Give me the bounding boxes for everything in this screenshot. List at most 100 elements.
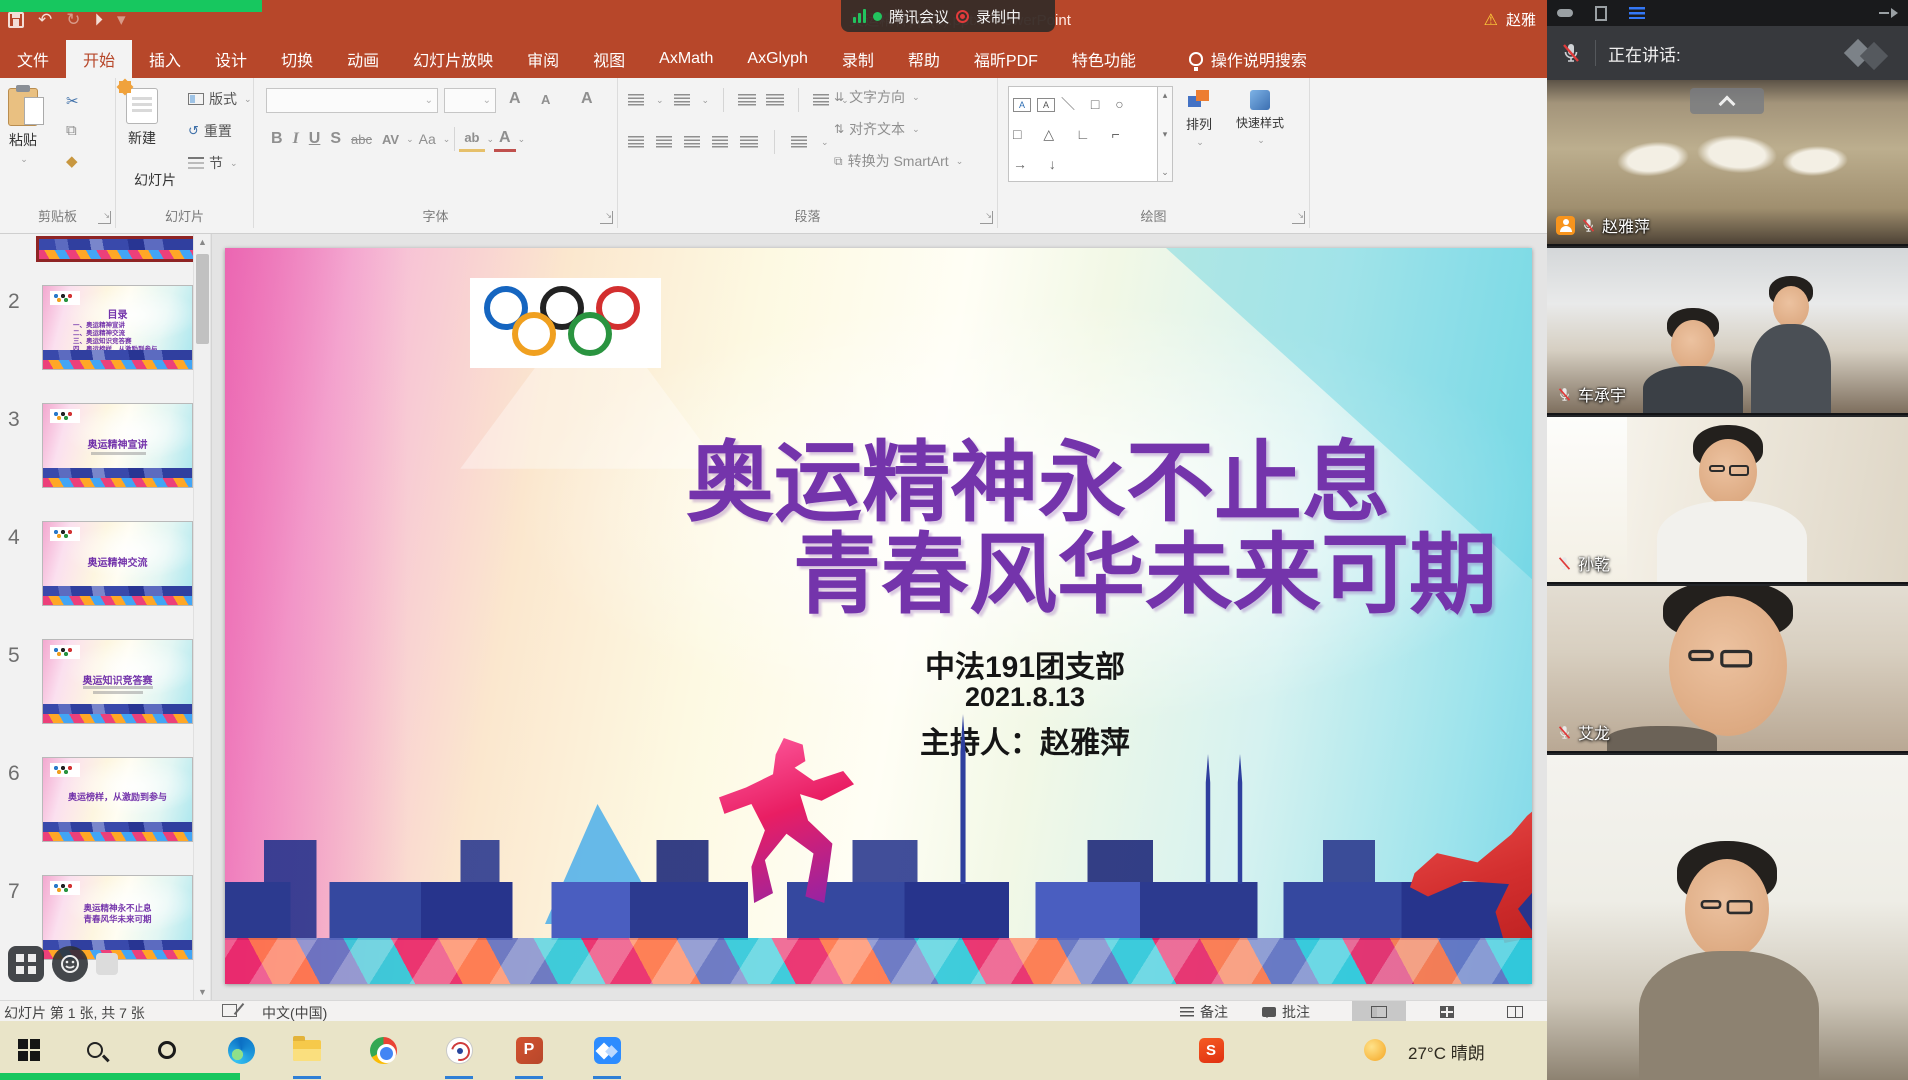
tencent-meeting-taskbar-icon[interactable] bbox=[592, 1035, 622, 1065]
distribute-icon[interactable] bbox=[740, 136, 758, 148]
powerpoint-taskbar-icon[interactable]: P bbox=[514, 1035, 544, 1065]
font-color-button[interactable]: A bbox=[494, 126, 516, 152]
tab-design[interactable]: 设计 bbox=[198, 40, 264, 78]
tab-foxit-pdf[interactable]: 福昕PDF bbox=[957, 40, 1055, 78]
tab-review[interactable]: 审阅 bbox=[510, 40, 576, 78]
thumbnail-slide-4[interactable]: 奥运精神交流 bbox=[42, 521, 193, 606]
reading-view-button[interactable] bbox=[1488, 1001, 1542, 1022]
slide-sorter-button[interactable] bbox=[1420, 1001, 1474, 1022]
slide-editor[interactable]: 奥运精神永不止息 青春风华未来可期 中法191团支部 2021.8.13 主持人… bbox=[225, 248, 1532, 984]
text-direction-button[interactable]: ⇊ 文字方向 ⌄ bbox=[834, 84, 920, 110]
weather-sun-icon[interactable] bbox=[1360, 1035, 1390, 1065]
layout-button[interactable]: 版式 ⌄ bbox=[188, 86, 252, 112]
qat-customize-icon[interactable]: ▾ bbox=[117, 10, 126, 30]
redo-icon[interactable]: ↻ bbox=[66, 10, 80, 30]
paste-button[interactable]: 粘贴 ⌄ bbox=[8, 88, 38, 165]
paragraph-dialog-launcher[interactable]: ↘ bbox=[980, 211, 993, 224]
thumbnail-slide-3[interactable]: 奥运精神宣讲 bbox=[42, 403, 193, 488]
tab-file[interactable]: 文件 bbox=[0, 40, 66, 78]
tab-home[interactable]: 开始 bbox=[66, 40, 132, 78]
highlight-button[interactable]: ab bbox=[459, 126, 484, 152]
slide-subtitle-1[interactable]: 中法191团支部 bbox=[785, 642, 1265, 686]
font-dialog-launcher[interactable]: ↘ bbox=[600, 211, 613, 224]
cortana-icon[interactable] bbox=[152, 1035, 182, 1065]
clear-formatting-button[interactable]: A bbox=[576, 86, 598, 112]
weather-text[interactable]: 27°C 晴朗 bbox=[1408, 1039, 1485, 1064]
arrange-button[interactable]: 排列 ⌄ bbox=[1186, 90, 1212, 148]
shapes-scrollbar[interactable]: ▴▾⌄ bbox=[1158, 86, 1173, 182]
tell-me-search[interactable]: 操作说明搜索 bbox=[1175, 40, 1321, 78]
char-spacing-button[interactable]: AV bbox=[377, 126, 404, 152]
slide-subtitle-2[interactable]: 2021.8.13 bbox=[785, 682, 1265, 713]
clipboard-dialog-launcher[interactable]: ↘ bbox=[98, 211, 111, 224]
copy-icon[interactable]: ⧉ bbox=[66, 122, 77, 139]
strikethrough-button[interactable]: abc bbox=[346, 126, 377, 152]
thumbnail-slide-2[interactable]: 目录 一、奥运精神宣讲 二、奥运精神交流 三、奥运知识竞答赛 四、奥运榜样，从激… bbox=[42, 285, 193, 370]
numbering-icon[interactable] bbox=[674, 94, 690, 106]
shapes-grid[interactable]: AA＼ □ ○ □ △ ∟ ⌐ → ↓ ☆ ( { } bbox=[1008, 86, 1158, 182]
spell-check-icon[interactable] bbox=[222, 1004, 237, 1017]
drawing-dialog-launcher[interactable]: ↘ bbox=[1292, 211, 1305, 224]
shrink-font-button[interactable]: A bbox=[536, 86, 555, 112]
section-button[interactable]: 节 ⌄ bbox=[188, 150, 238, 176]
save-icon[interactable] bbox=[8, 12, 24, 28]
tab-view[interactable]: 视图 bbox=[576, 40, 642, 78]
grid-icon[interactable] bbox=[8, 946, 44, 982]
format-painter-icon[interactable]: ◆ bbox=[66, 152, 78, 170]
shadow-button[interactable]: S bbox=[325, 126, 346, 152]
video-tile-5[interactable] bbox=[1547, 755, 1908, 1080]
columns-icon[interactable] bbox=[791, 136, 807, 148]
align-right-icon[interactable] bbox=[684, 136, 700, 148]
titlebar-account[interactable]: ⚠ 赵雅 bbox=[1484, 9, 1536, 30]
tab-slideshow[interactable]: 幻灯片放映 bbox=[396, 40, 510, 78]
justify-icon[interactable] bbox=[712, 136, 728, 148]
tab-animations[interactable]: 动画 bbox=[330, 40, 396, 78]
bullets-icon[interactable] bbox=[628, 94, 644, 106]
comments-toggle[interactable]: 批注 bbox=[1262, 1001, 1310, 1022]
underline-button[interactable]: U bbox=[304, 126, 326, 152]
smiley-icon[interactable] bbox=[52, 946, 88, 982]
tab-transitions[interactable]: 切换 bbox=[264, 40, 330, 78]
scroll-down-icon[interactable]: ▼ bbox=[194, 984, 211, 1000]
menu-icon[interactable] bbox=[1629, 7, 1645, 19]
smartart-button[interactable]: ⧉ 转换为 SmartArt ⌄ bbox=[834, 148, 963, 174]
italic-button[interactable]: I bbox=[288, 126, 304, 152]
thumbnail-slide-1-selected[interactable] bbox=[36, 236, 193, 262]
start-button[interactable] bbox=[14, 1035, 44, 1065]
font-size-combo[interactable]: ⌄ bbox=[444, 88, 496, 113]
notes-toggle[interactable]: 备注 bbox=[1180, 1001, 1228, 1022]
tab-special-features[interactable]: 特色功能 bbox=[1055, 40, 1153, 78]
undo-icon[interactable]: ↶ bbox=[38, 10, 52, 30]
collapse-panel-button[interactable] bbox=[1690, 88, 1764, 114]
new-slide-button[interactable]: 新建 bbox=[126, 88, 158, 148]
drag-handle[interactable] bbox=[96, 953, 118, 975]
file-explorer-icon[interactable] bbox=[292, 1035, 322, 1065]
slide-title-line2[interactable]: 青春风华未来可期 bbox=[225, 504, 1497, 631]
layout-mode-icon[interactable] bbox=[1595, 6, 1607, 21]
video-tile-2[interactable]: 车承宇 bbox=[1547, 248, 1908, 415]
change-case-button[interactable]: Aa bbox=[414, 126, 441, 152]
video-tile-1[interactable]: 赵雅萍 bbox=[1547, 80, 1908, 246]
font-name-combo[interactable]: ⌄ bbox=[266, 88, 438, 113]
reset-button[interactable]: ↺ 重置 bbox=[188, 118, 232, 144]
normal-view-button[interactable] bbox=[1352, 1001, 1406, 1022]
shapes-gallery[interactable]: AA＼ □ ○ □ △ ∟ ⌐ → ↓ ☆ ( { } ▴▾⌄ bbox=[1008, 86, 1173, 182]
thumbnail-slide-5[interactable]: 奥运知识竞答赛 bbox=[42, 639, 193, 724]
align-text-button[interactable]: ⇅ 对齐文本 ⌄ bbox=[834, 116, 920, 142]
tab-record[interactable]: 录制 bbox=[825, 40, 891, 78]
minimize-icon[interactable] bbox=[1557, 9, 1573, 17]
video-tile-4[interactable]: 艾龙 bbox=[1547, 586, 1908, 753]
slide-thumbnail-pane[interactable]: 2 目录 一、奥运精神宣讲 二、奥运精神交流 三、奥运知识竞答赛 四、奥运榜样，… bbox=[0, 234, 193, 1000]
thumbnail-slide-6[interactable]: 奥运榜样，从激励到参与 bbox=[42, 757, 193, 842]
mic-muted-icon[interactable] bbox=[1559, 41, 1583, 65]
textbox-icon[interactable]: A bbox=[1013, 98, 1031, 112]
line-spacing-icon[interactable] bbox=[813, 94, 829, 106]
edge-icon[interactable] bbox=[226, 1035, 256, 1065]
tab-help[interactable]: 帮助 bbox=[891, 40, 957, 78]
tab-axglyph[interactable]: AxGlyph bbox=[730, 40, 824, 78]
cut-icon[interactable]: ✂ bbox=[66, 92, 79, 110]
search-icon[interactable] bbox=[80, 1035, 110, 1065]
bold-button[interactable]: B bbox=[266, 126, 288, 152]
vertical-textbox-icon[interactable]: A bbox=[1037, 98, 1055, 112]
start-slideshow-icon[interactable]: ⏵ bbox=[95, 10, 104, 30]
